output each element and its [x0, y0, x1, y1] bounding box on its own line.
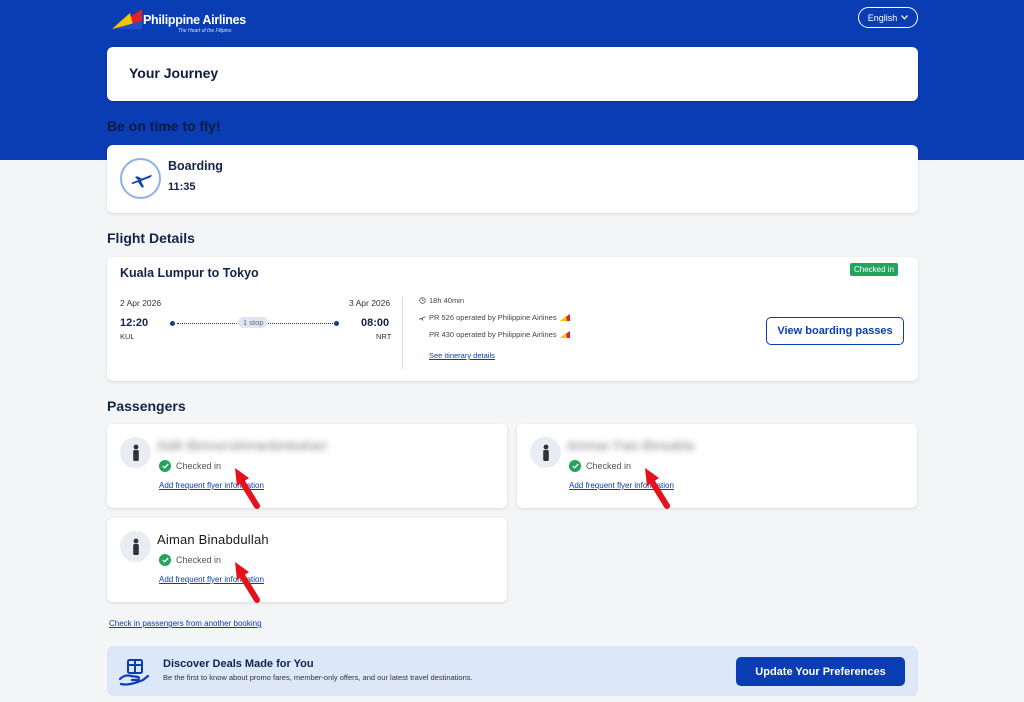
boarding-card: Boarding 11:35: [107, 145, 918, 213]
boarding-label: Boarding: [168, 159, 223, 173]
duration-row: 18h 40min: [419, 296, 464, 305]
gift-hand-icon: [119, 659, 150, 686]
person-icon: [530, 437, 561, 468]
red-arrow-annotation-icon: [235, 562, 260, 603]
checkin-status: Checked in: [569, 460, 631, 472]
checkin-status-label: Checked in: [586, 461, 632, 471]
check-circle-icon: [159, 554, 171, 566]
update-preferences-button[interactable]: Update Your Preferences: [736, 657, 905, 686]
airline-flag-icon: [559, 331, 570, 338]
checkin-status-label: Checked in: [176, 461, 222, 471]
red-arrow-annotation-icon: [235, 468, 260, 509]
flag-logo-icon: [112, 9, 142, 29]
segment-row: PR 430 operated by Philippine Airlines: [429, 330, 570, 339]
departure-dot: [170, 321, 175, 326]
language-label: English: [867, 12, 898, 23]
passengers-title: Passengers: [107, 398, 186, 414]
clock-icon: [419, 297, 426, 304]
segment-1: PR 526 operated by Philippine Airlines: [429, 313, 557, 322]
passenger-card: Aiman Binabdullah Checked in Add frequen…: [107, 518, 507, 603]
arrival-time: 08:00: [361, 317, 390, 329]
segment-row: PR 526 operated by Philippine Airlines: [419, 313, 570, 322]
arrival-dot: [334, 321, 339, 326]
flight-details-card: Kuala Lumpur to Tokyo Checked in 2 Apr 2…: [107, 257, 918, 381]
page-title: Your Journey: [129, 65, 219, 81]
journey-card: Your Journey: [107, 47, 918, 101]
arrival-date: 3 Apr 2026: [349, 298, 391, 308]
passenger-card: Ammar Fais Binsabla Checked in Add frequ…: [517, 424, 917, 509]
checkin-status: Checked in: [159, 460, 221, 472]
person-icon: [120, 437, 151, 468]
segment-2: PR 430 operated by Philippine Airlines: [429, 330, 557, 339]
red-arrow-annotation-icon: [645, 468, 670, 509]
airplane-icon: [120, 158, 161, 199]
passenger-name: Ammar Fais Binsabla: [567, 438, 695, 453]
brand-tagline: The Heart of the Filipino: [178, 28, 232, 34]
passenger-name: Aiman Binabdullah: [157, 532, 269, 547]
deals-banner: Discover Deals Made for You Be the first…: [107, 646, 918, 696]
departure-code: KUL: [120, 332, 135, 341]
view-boarding-passes-button[interactable]: View boarding passes: [766, 317, 904, 345]
route-title: Kuala Lumpur to Tokyo: [120, 266, 259, 280]
chevron-down-icon: [901, 15, 909, 20]
airline-flag-icon: [559, 314, 570, 321]
person-icon: [120, 531, 151, 562]
check-circle-icon: [569, 460, 581, 472]
other-booking-link[interactable]: Check in passengers from another booking: [109, 619, 262, 628]
stops-pill: 1 stop: [238, 317, 269, 328]
deals-title: Discover Deals Made for You: [163, 658, 314, 670]
checkin-status-label: Checked in: [176, 555, 222, 565]
departure-time: 12:20: [120, 317, 149, 329]
brand-name: Philippine Airlines: [143, 13, 246, 27]
divider: [402, 297, 403, 369]
passenger-name: Aidh Binnurrahmanbinbahari: [157, 438, 327, 453]
check-circle-icon: [159, 460, 171, 472]
plane-small-icon: [419, 315, 426, 321]
boarding-section-title: Be on time to fly!: [107, 118, 221, 134]
airline-logo[interactable]: Philippine Airlines The Heart of the Fil…: [110, 5, 250, 37]
departure-date: 2 Apr 2026: [120, 298, 162, 308]
arrival-code: NRT: [376, 332, 392, 341]
language-selector[interactable]: English: [858, 7, 918, 28]
duration: 18h 40min: [429, 296, 465, 305]
checkin-status: Checked in: [159, 554, 221, 566]
deals-subtitle: Be the first to know about promo fares, …: [163, 673, 473, 682]
boarding-time: 11:35: [168, 181, 196, 193]
status-badge: Checked in: [850, 263, 899, 276]
flight-details-title: Flight Details: [107, 230, 195, 246]
itinerary-link[interactable]: See itinerary details: [429, 351, 495, 360]
passenger-card: Aidh Binnurrahmanbinbahari Checked in Ad…: [107, 424, 507, 509]
